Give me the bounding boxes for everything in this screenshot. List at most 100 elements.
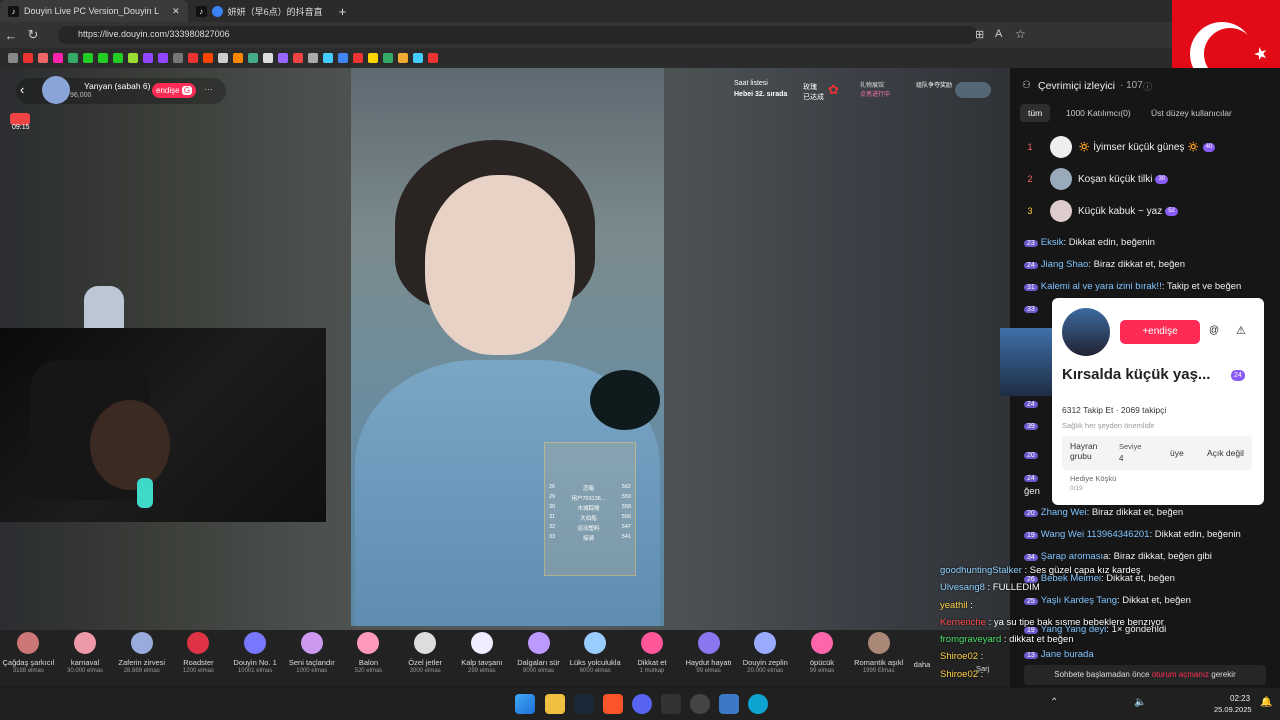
gift-item[interactable]: Özel jetler 3000 elmas — [397, 630, 454, 686]
rose-icon[interactable]: ✿ — [828, 82, 839, 98]
report-icon[interactable]: ⚠ — [1236, 324, 1246, 337]
mention-button[interactable]: @ — [1209, 325, 1219, 336]
ranking-row[interactable]: 1 🔅 İyimser küçük güneş 🔅 40 — [1010, 132, 1280, 162]
bookmark-icon[interactable] — [218, 53, 228, 63]
gift-item[interactable]: Douyin No. 1 10001 elmas — [227, 630, 284, 686]
member-label[interactable]: üye — [1170, 448, 1184, 458]
gift-item[interactable]: Haydut hayatı 99 elmas — [680, 630, 737, 686]
gift-item[interactable]: Kalp tavşanı 299 elmas — [454, 630, 511, 686]
bookmark-icon[interactable] — [383, 53, 393, 63]
app-icon[interactable] — [661, 694, 681, 714]
gift-pavilion-label[interactable]: Hediye Köşkü — [1070, 474, 1116, 483]
gift-item[interactable]: Balon 520 elmas — [340, 630, 397, 686]
bookmark-icon[interactable] — [38, 53, 48, 63]
bookmark-icon[interactable] — [308, 53, 318, 63]
avatar[interactable] — [42, 76, 70, 104]
translate-icon[interactable]: A — [995, 28, 1002, 40]
ranking-row[interactable]: 3 Küçük kabuk ~ yaz 52 — [1010, 196, 1280, 226]
reddit-icon[interactable] — [203, 53, 213, 63]
gift-item[interactable]: Douyin zeplin 20.000 elmas — [737, 630, 794, 686]
tab-1000-participants[interactable]: 1000 Katılımcı(0) — [1060, 104, 1137, 122]
ranking-row[interactable]: 2 Koşan küçük tilki 30 — [1010, 164, 1280, 194]
help-icon[interactable]: ⓘ — [1143, 80, 1152, 93]
host-name[interactable]: Yanyan (sabah 6) — [84, 81, 150, 91]
chat-user[interactable]: Jane burada — [1041, 649, 1094, 660]
bookmark-icon[interactable] — [323, 53, 333, 63]
chat-user[interactable]: Eksik — [1041, 237, 1064, 248]
bookmark-icon[interactable] — [278, 53, 288, 63]
chat-user[interactable]: Şarap aroması — [1041, 551, 1103, 562]
gift-item[interactable]: karnaval 30.000 elmas — [57, 630, 114, 686]
tab-all[interactable]: tüm — [1020, 104, 1051, 122]
edge-icon[interactable] — [748, 694, 768, 714]
kick-icon[interactable] — [83, 53, 93, 63]
discord-icon[interactable] — [632, 694, 652, 714]
clock-date[interactable]: 25.09.2025 — [1214, 705, 1252, 714]
hourly-rank-title[interactable]: Saat listesi — [734, 80, 768, 87]
back-icon[interactable]: ← — [0, 28, 22, 43]
notification-icon[interactable]: 🔔 — [1260, 697, 1272, 708]
bookmark-icon[interactable] — [188, 53, 198, 63]
follow-button[interactable]: +endişe — [1120, 320, 1200, 344]
gift-item[interactable]: Lüks yolculukla 6000 elmas — [567, 630, 624, 686]
steam-icon[interactable] — [574, 694, 594, 714]
bookmark-icon[interactable] — [413, 53, 423, 63]
viewer-avatars[interactable] — [955, 82, 991, 98]
twitch-icon[interactable] — [143, 53, 153, 63]
windows-start-icon[interactable] — [515, 694, 535, 714]
gift-item[interactable]: Dikkat et 1 mutkap — [624, 630, 681, 686]
gift-item[interactable]: Dalgaları sür 8000 elmas — [510, 630, 567, 686]
chat-user[interactable]: Kalemi al ve yara izini bırak!! — [1041, 281, 1162, 292]
bookmark-icon[interactable] — [263, 53, 273, 63]
back-icon[interactable]: ‹ — [20, 82, 24, 97]
url-field[interactable]: https://live.douyin.com/333980827006 — [58, 26, 978, 44]
bookmark-icon[interactable] — [248, 53, 258, 63]
instagram-icon[interactable] — [53, 53, 63, 63]
gift-item[interactable]: Roadster 1200 elmas — [170, 630, 227, 686]
tab-douyin-live[interactable]: ♪ Douyin Live PC Version_Douyin L ✕ — [0, 0, 188, 22]
more-icon[interactable]: ··· — [204, 84, 213, 94]
chat-user[interactable]: Yaşlı Kardeş Tang — [1041, 595, 1117, 606]
app-icon[interactable] — [719, 694, 739, 714]
gift-item[interactable]: öpücük 99 elmas — [794, 630, 851, 686]
google-icon[interactable] — [338, 53, 348, 63]
obs-icon[interactable] — [690, 694, 710, 714]
bookmark-icon[interactable] — [68, 53, 78, 63]
follow-button[interactable]: endişe G — [152, 83, 197, 98]
bookmark-icon[interactable] — [128, 53, 138, 63]
kick-icon[interactable] — [98, 53, 108, 63]
x-icon[interactable] — [173, 53, 183, 63]
close-tab-icon[interactable]: ✕ — [172, 6, 180, 17]
gift-item[interactable]: Romantik aşıkl 1999 Elmas — [850, 630, 907, 686]
file-explorer-icon[interactable] — [545, 694, 565, 714]
bookmark-icon[interactable] — [368, 53, 378, 63]
clock-time[interactable]: 02:23 — [1230, 694, 1250, 703]
brave-icon[interactable] — [603, 694, 623, 714]
bookmark-icon[interactable] — [8, 53, 18, 63]
star-icon[interactable]: ☆ — [1015, 27, 1026, 41]
gift-item[interactable]: Seni taçlandır 1000 elmas — [283, 630, 340, 686]
more-gifts-button[interactable]: daha — [907, 630, 937, 686]
bookmark-icon[interactable] — [233, 53, 243, 63]
chat-user[interactable]: Jiang Shao — [1041, 259, 1089, 270]
tab-top-users[interactable]: Üst düzey kullanıcılar — [1146, 104, 1237, 122]
bookmark-icon[interactable] — [398, 53, 408, 63]
reload-icon[interactable]: ↻ — [22, 27, 44, 43]
youtube-icon[interactable] — [23, 53, 33, 63]
volume-icon[interactable]: 🔈 — [1134, 697, 1146, 708]
bookmark-icon[interactable] — [428, 53, 438, 63]
gift-item[interactable]: Çağdaş şarkıcıl 3188 elmas — [0, 630, 57, 686]
twitch-icon[interactable] — [158, 53, 168, 63]
kick-icon[interactable] — [113, 53, 123, 63]
new-tab-button[interactable]: + — [331, 0, 355, 22]
gift-item[interactable]: Zaferin zirvesi 28.888 elmas — [113, 630, 170, 686]
bookmark-icon[interactable] — [293, 53, 303, 63]
hourly-rank-value[interactable]: Hebei 32. sırada — [734, 91, 787, 98]
chat-user[interactable]: Wang Wei 113964346201 — [1041, 529, 1150, 540]
login-link[interactable]: oturum açmanız — [1152, 670, 1209, 679]
chevron-up-icon[interactable]: ⌃ — [1050, 697, 1058, 708]
tab-stream[interactable]: ♪ 妍妍（早6点）的抖音直 — [188, 0, 331, 22]
chat-user[interactable]: Zhang Wei — [1041, 507, 1087, 518]
apps-icon[interactable]: ⊞ — [975, 28, 984, 41]
bookmark-icon[interactable] — [353, 53, 363, 63]
